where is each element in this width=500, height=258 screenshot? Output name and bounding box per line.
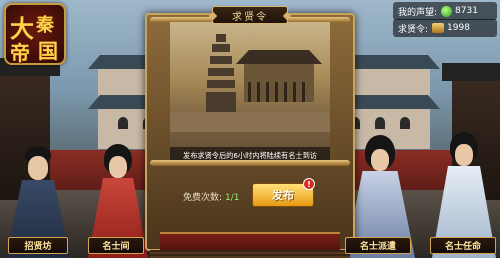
fame-label: 我的声望: (398, 7, 438, 18)
logo-char: 帝 (10, 41, 30, 65)
stairs (150, 250, 350, 258)
game-logo: 大 秦 帝 国 (4, 3, 66, 65)
free-count-row: 免费次数: 1/1 (183, 190, 240, 203)
order-value: 1998 (447, 23, 470, 33)
scroll-order-icon (432, 23, 445, 33)
pagoda-illustration (206, 34, 236, 112)
hall-columns (248, 82, 310, 102)
nav-scholar-room[interactable]: 名士间 (88, 237, 144, 254)
recruit-order-painting: 发布求贤令后的6小时内将陆续有名士到访 (170, 22, 330, 165)
panel-title: 求贤令 (212, 6, 288, 24)
nav-scholar-appoint[interactable]: 名士任命 (430, 237, 496, 254)
free-count-value: 1/1 (225, 193, 240, 203)
logo-char: 秦 (36, 15, 54, 36)
fame-resource: 我的声望: 8731 (393, 2, 497, 20)
scroll-rod-bottom (150, 160, 350, 166)
lower-walls-illustration (170, 112, 330, 132)
logo-char: 国 (38, 39, 58, 63)
free-count-label: 免费次数: (183, 193, 223, 203)
nav-scholar-dispatch[interactable]: 名士派遣 (345, 237, 411, 254)
fame-value: 8731 (455, 6, 478, 16)
nav-recruit-hall[interactable]: 招贤坊 (8, 237, 68, 254)
fame-orb-icon (441, 5, 453, 17)
order-resource: 求贤令: 1998 (393, 19, 497, 37)
order-label: 求贤令: (398, 24, 429, 35)
publish-alert-badge: ! (303, 178, 315, 190)
